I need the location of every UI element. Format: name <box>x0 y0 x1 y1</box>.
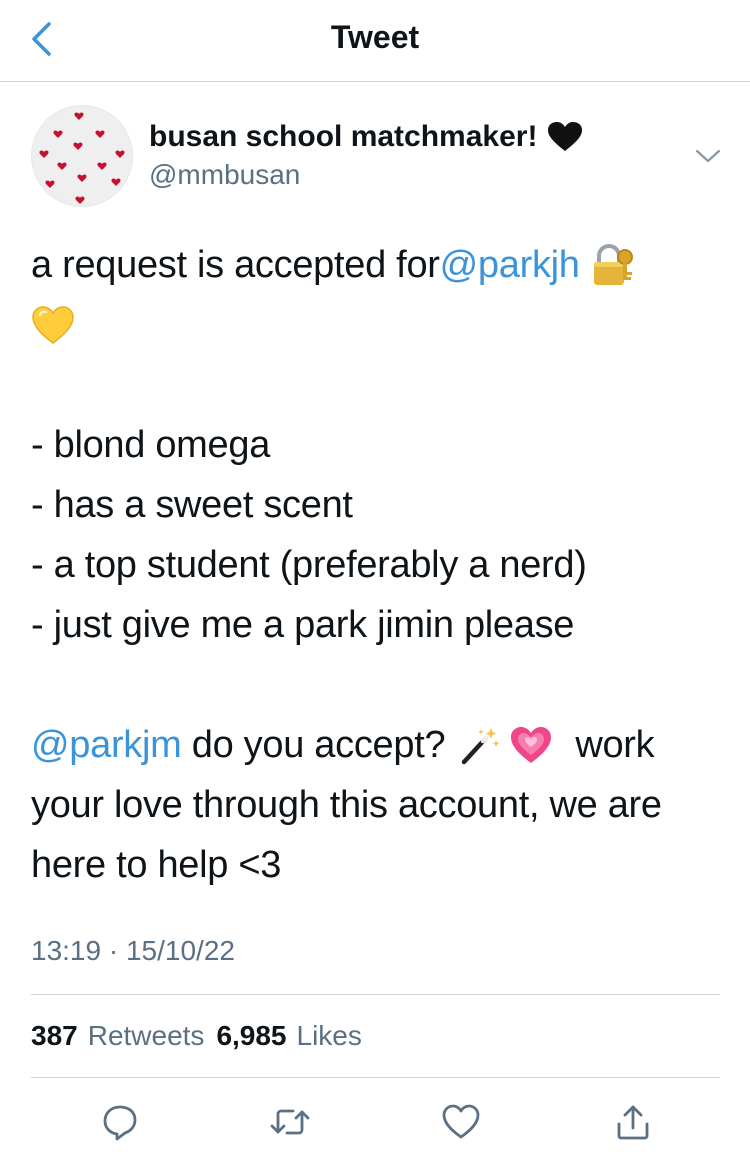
magic-wand-icon <box>459 724 501 766</box>
likes-count: 6,985 <box>216 1020 287 1051</box>
retweets-label: Retweets <box>87 1020 205 1051</box>
divider <box>31 1077 720 1078</box>
page-title: Tweet <box>330 19 420 55</box>
tweet-line: - has a sweet scent <box>31 484 353 526</box>
locked-with-key-icon <box>590 243 636 287</box>
likes-stat[interactable]: 6,985 Likes <box>216 1020 361 1052</box>
tweet-line: your love through this account, we are <box>31 784 662 826</box>
growing-heart-icon <box>509 725 553 765</box>
likes-label: Likes <box>296 1020 362 1051</box>
mention-link[interactable]: @parkjh <box>440 235 580 295</box>
heart-outline-icon <box>442 1104 480 1139</box>
tweet-text: a request is accepted for @parkjh - blon… <box>31 235 721 895</box>
tweet-line: here to help <3 <box>31 844 282 886</box>
tweet-text-segment: do you accept? <box>181 724 446 766</box>
more-options-button[interactable] <box>694 144 722 168</box>
share-icon <box>617 1105 649 1140</box>
yellow-heart-icon <box>31 305 75 345</box>
retweets-count: 387 <box>31 1020 78 1051</box>
retweet-button[interactable] <box>268 1100 312 1144</box>
tweet-line: a request is accepted for @parkjh <box>31 235 721 295</box>
display-name-text: busan school matchmaker! <box>149 120 538 153</box>
tweet-line: - a top student (preferably a nerd) <box>31 544 587 586</box>
tweet-line: - just give me a park jimin please <box>31 604 575 646</box>
tweet-time: 13:19 <box>31 935 102 966</box>
tweet-line <box>31 295 721 355</box>
tweet-timestamp[interactable]: 13:19 · 15/10/22 <box>31 935 235 967</box>
tweet-line: @parkjm do you accept? work <box>31 715 721 775</box>
reply-button[interactable] <box>98 1100 142 1144</box>
black-heart-icon <box>548 122 583 151</box>
top-nav-bar: Tweet <box>0 0 750 82</box>
retweets-stat[interactable]: 387 Retweets <box>31 1020 204 1052</box>
divider <box>31 994 720 995</box>
red-hearts-pattern-avatar <box>32 106 132 206</box>
mention-link[interactable]: @parkjm <box>31 715 182 775</box>
like-button[interactable] <box>439 1100 483 1144</box>
avatar[interactable] <box>31 105 133 207</box>
chevron-down-icon <box>695 149 721 163</box>
share-button[interactable] <box>611 1100 655 1144</box>
author-handle[interactable]: @mmbusan <box>149 159 300 191</box>
engagement-stats: 387 Retweets 6,985 Likes <box>31 1020 362 1052</box>
retweet-icon <box>270 1109 310 1135</box>
author-display-name[interactable]: busan school matchmaker! <box>149 120 583 154</box>
reply-icon <box>103 1105 137 1141</box>
tweet-date: 15/10/22 <box>125 935 235 966</box>
meta-separator: · <box>108 935 119 966</box>
tweet-detail-screen: Tweet busan school matchmaker! @mmbusan … <box>0 0 750 1164</box>
tweet-text-segment: a request is accepted for <box>31 244 440 286</box>
tweet-line: - blond omega <box>31 424 271 466</box>
tweet-text-segment: work <box>575 724 655 766</box>
